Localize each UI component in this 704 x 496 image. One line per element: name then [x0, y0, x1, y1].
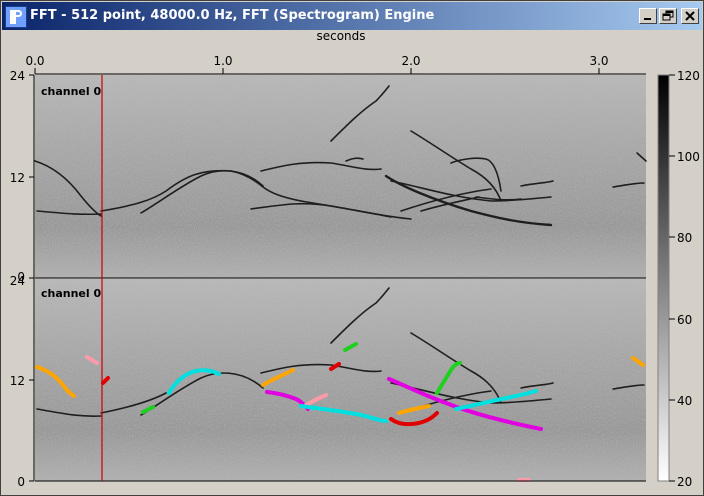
colorbar-tick-label: 60 [677, 313, 692, 327]
title-bar[interactable]: FFT - 512 point, 48000.0 Hz, FFT (Spectr… [2, 2, 702, 30]
colorbar-tick-label: 20 [677, 475, 692, 489]
time-tick-label: 2.0 [401, 54, 420, 68]
window-title: FFT - 512 point, 48000.0 Hz, FFT (Spectr… [30, 8, 435, 23]
close-icon [685, 11, 695, 21]
frequency-tick-label: 24 [10, 69, 25, 83]
minimize-button[interactable] [639, 8, 657, 24]
spectrogram-panel-bottom[interactable]: channel 0 [35, 279, 646, 482]
app-logo-icon[interactable] [5, 6, 27, 28]
channel-label: channel 0 [41, 287, 101, 300]
colorbar-tick-label: 80 [677, 231, 692, 245]
frequency-axis: 24 12 0 24 12 0 [10, 69, 35, 489]
colorbar-tick-label: 100 [677, 150, 700, 164]
time-tick-label: 0.0 [25, 54, 44, 68]
spectrogram-view[interactable]: seconds 0.0 1.0 2.0 3.0 channel 0 channe… [1, 31, 703, 495]
minimize-icon [644, 18, 651, 20]
colorbar: 120 100 80 60 40 20 [657, 69, 700, 489]
frequency-tick-label: 12 [10, 374, 25, 388]
colorbar-tick-label: 40 [677, 394, 692, 408]
app-window: FFT - 512 point, 48000.0 Hz, FFT (Spectr… [0, 0, 704, 496]
time-tick-label: 1.0 [213, 54, 232, 68]
spectrogram-panel-top[interactable]: channel 0 [34, 75, 647, 279]
restore-button[interactable] [659, 8, 677, 24]
frequency-tick-label: 12 [10, 171, 25, 185]
frequency-tick-label: 24 [10, 274, 25, 288]
time-axis-ticks: 0.0 1.0 2.0 3.0 [25, 54, 609, 74]
restore-icon [662, 10, 674, 21]
frequency-tick-label: 0 [17, 475, 25, 489]
time-tick-label: 3.0 [589, 54, 608, 68]
colorbar-tick-label: 120 [677, 69, 700, 83]
close-button[interactable] [681, 8, 699, 24]
time-axis-label: seconds [316, 31, 365, 43]
channel-label: channel 0 [41, 85, 101, 98]
